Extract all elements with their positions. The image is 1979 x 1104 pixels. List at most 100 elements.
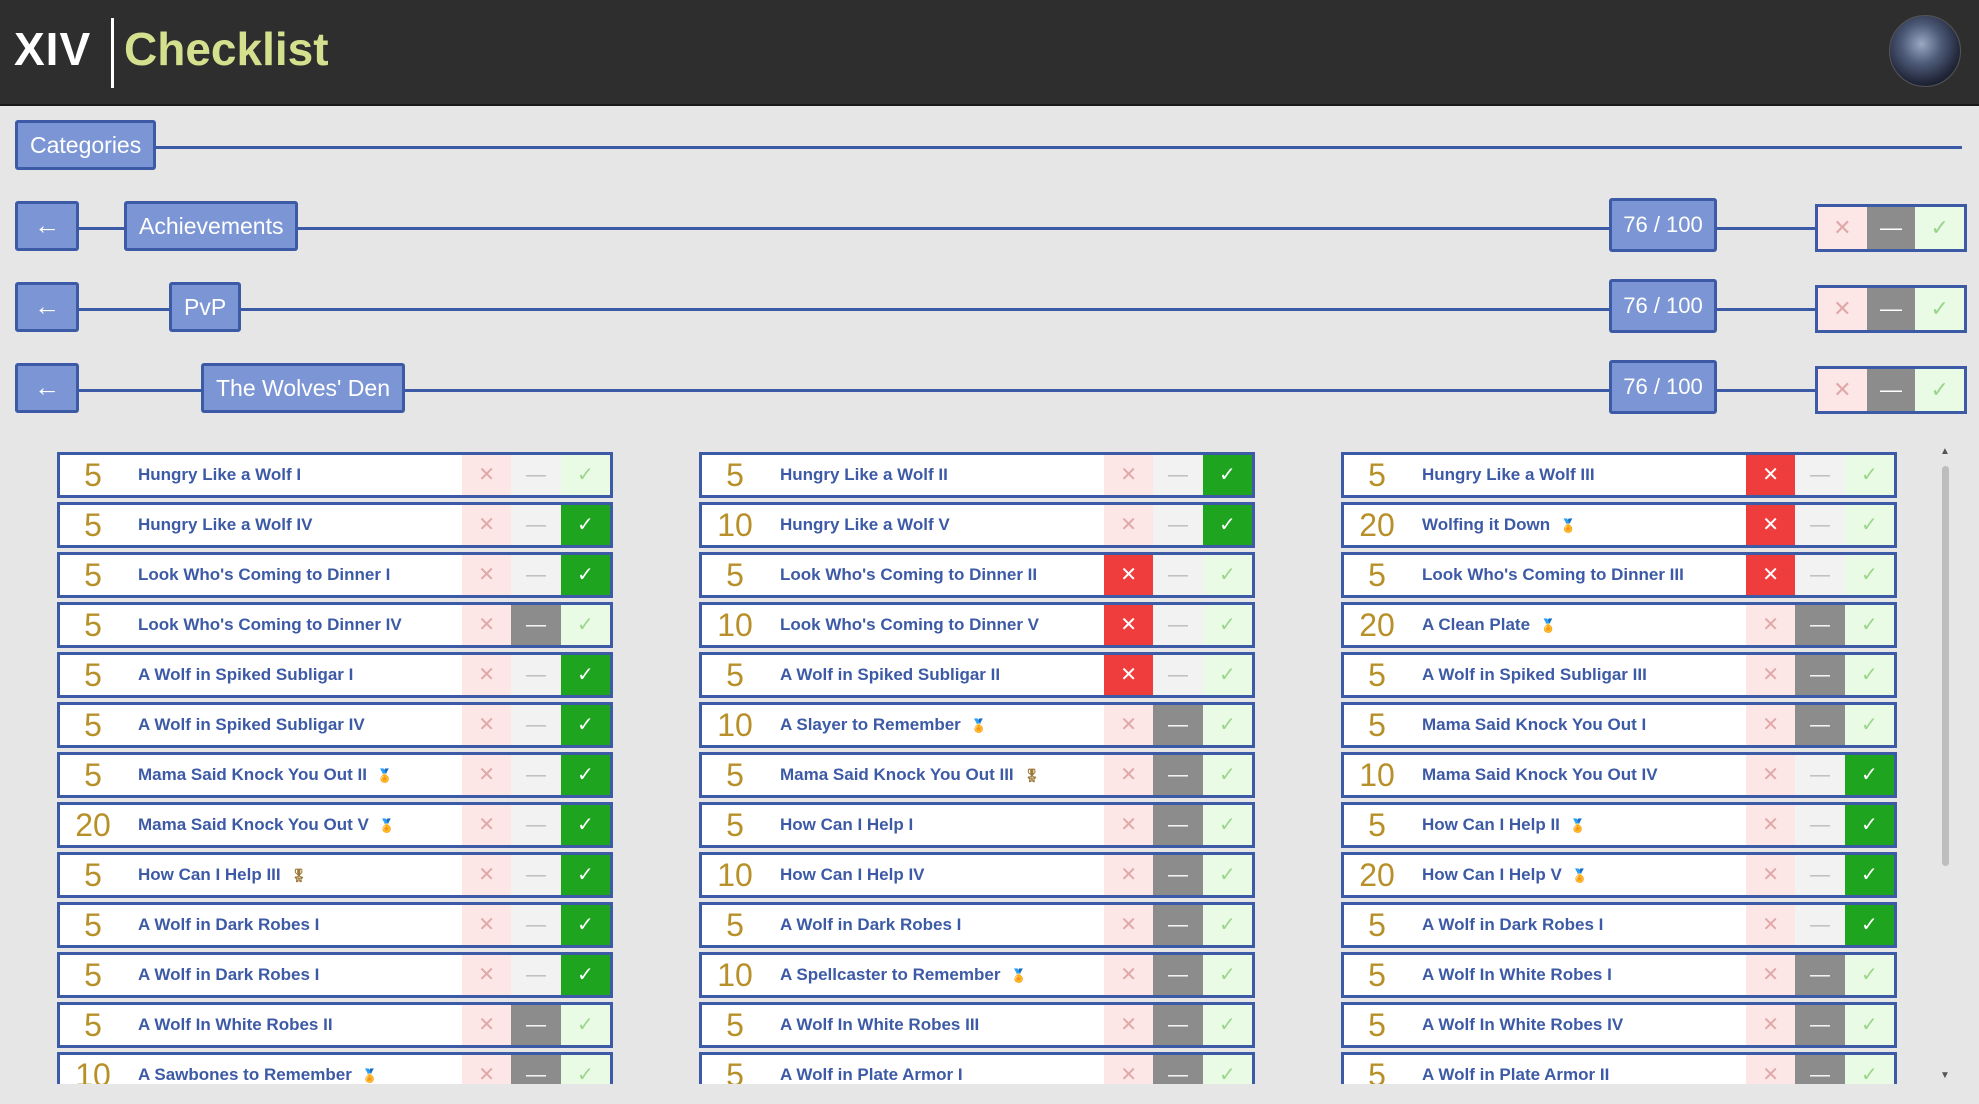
achievement-name[interactable]: How Can I Help I	[768, 815, 1104, 835]
achievement-name[interactable]: How Can I Help III 🎖	[126, 865, 462, 885]
mark-neutral-button[interactable]: —	[511, 1005, 561, 1045]
achievement-name[interactable]: Look Who's Coming to Dinner II	[768, 565, 1104, 585]
mark-failed-button[interactable]: ✕	[1104, 655, 1154, 695]
mark-neutral-button[interactable]: —	[1795, 655, 1845, 695]
scroll-up-icon[interactable]: ▲	[1938, 446, 1952, 460]
scrollbar[interactable]: ▲ ▼	[1938, 446, 1952, 1084]
user-avatar[interactable]	[1889, 15, 1961, 87]
mark-complete-button[interactable]: ✓	[1844, 805, 1894, 845]
mark-failed-button[interactable]: ✕	[1104, 805, 1154, 845]
mark-neutral-button[interactable]: —	[511, 505, 561, 545]
mark-failed-button[interactable]: ✕	[1746, 455, 1796, 495]
breadcrumb-pvp[interactable]: PvP	[169, 282, 242, 332]
mark-complete-button[interactable]: ✓	[1202, 955, 1252, 995]
mark-neutral-button[interactable]: —	[511, 805, 561, 845]
mark-neutral-button[interactable]: —	[1153, 655, 1203, 695]
mark-complete-button[interactable]: ✓	[1202, 1005, 1252, 1045]
scroll-down-icon[interactable]: ▼	[1938, 1070, 1952, 1084]
achievement-name[interactable]: A Wolf in Spiked Subligar IV	[126, 715, 462, 735]
mark-failed-button[interactable]: ✕	[1746, 605, 1796, 645]
achievement-name[interactable]: Hungry Like a Wolf V	[768, 515, 1104, 535]
mark-failed-button[interactable]: ✕	[462, 955, 512, 995]
mark-failed-button[interactable]: ✕	[1104, 855, 1154, 895]
mark-failed-button[interactable]: ✕	[1104, 505, 1154, 545]
breadcrumb-achievements[interactable]: Achievements	[124, 201, 299, 251]
set-all-neutral-button[interactable]: —	[1866, 207, 1916, 249]
mark-complete-button[interactable]: ✓	[1844, 455, 1894, 495]
achievement-name[interactable]: A Wolf in Plate Armor I	[768, 1065, 1104, 1084]
set-all-neutral-button[interactable]: —	[1866, 288, 1916, 330]
mark-complete-button[interactable]: ✓	[1844, 1005, 1894, 1045]
achievement-name[interactable]: How Can I Help II 🏅	[1410, 815, 1746, 835]
achievement-name[interactable]: A Wolf In White Robes I	[1410, 965, 1746, 985]
achievement-name[interactable]: Look Who's Coming to Dinner IV	[126, 615, 462, 635]
mark-failed-button[interactable]: ✕	[462, 805, 512, 845]
achievement-name[interactable]: Hungry Like a Wolf III	[1410, 465, 1746, 485]
mark-failed-button[interactable]: ✕	[1746, 905, 1796, 945]
mark-complete-button[interactable]: ✓	[1844, 505, 1894, 545]
mark-neutral-button[interactable]: —	[511, 755, 561, 795]
mark-failed-button[interactable]: ✕	[462, 705, 512, 745]
mark-neutral-button[interactable]: —	[511, 905, 561, 945]
achievement-name[interactable]: How Can I Help IV	[768, 865, 1104, 885]
mark-complete-button[interactable]: ✓	[560, 605, 610, 645]
mark-neutral-button[interactable]: —	[511, 1055, 561, 1084]
achievement-name[interactable]: Mama Said Knock You Out III 🎖	[768, 765, 1104, 785]
set-all-failed-button[interactable]: ✕	[1818, 288, 1867, 330]
mark-neutral-button[interactable]: —	[1153, 905, 1203, 945]
mark-neutral-button[interactable]: —	[1153, 855, 1203, 895]
mark-failed-button[interactable]: ✕	[462, 655, 512, 695]
achievement-name[interactable]: Look Who's Coming to Dinner V	[768, 615, 1104, 635]
achievement-name[interactable]: Mama Said Knock You Out II 🏅	[126, 765, 462, 785]
breadcrumb-wolves-den[interactable]: The Wolves' Den	[201, 363, 405, 413]
mark-neutral-button[interactable]: —	[1795, 955, 1845, 995]
mark-failed-button[interactable]: ✕	[1104, 555, 1154, 595]
mark-complete-button[interactable]: ✓	[560, 855, 610, 895]
mark-neutral-button[interactable]: —	[1795, 455, 1845, 495]
set-all-complete-button[interactable]: ✓	[1915, 207, 1965, 249]
mark-neutral-button[interactable]: —	[1153, 605, 1203, 645]
mark-complete-button[interactable]: ✓	[1844, 605, 1894, 645]
mark-failed-button[interactable]: ✕	[462, 755, 512, 795]
set-all-complete-button[interactable]: ✓	[1915, 288, 1965, 330]
mark-neutral-button[interactable]: —	[1795, 755, 1845, 795]
mark-neutral-button[interactable]: —	[1795, 605, 1845, 645]
achievement-name[interactable]: A Wolf In White Robes III	[768, 1015, 1104, 1035]
achievement-name[interactable]: A Spellcaster to Remember 🏅	[768, 965, 1104, 985]
mark-neutral-button[interactable]: —	[511, 955, 561, 995]
mark-complete-button[interactable]: ✓	[1844, 755, 1894, 795]
mark-failed-button[interactable]: ✕	[1746, 855, 1796, 895]
mark-neutral-button[interactable]: —	[1153, 505, 1203, 545]
mark-neutral-button[interactable]: —	[511, 555, 561, 595]
mark-neutral-button[interactable]: —	[1795, 855, 1845, 895]
mark-failed-button[interactable]: ✕	[1746, 705, 1796, 745]
achievement-name[interactable]: A Wolf in Dark Robes I	[1410, 915, 1746, 935]
mark-failed-button[interactable]: ✕	[1104, 905, 1154, 945]
mark-failed-button[interactable]: ✕	[1746, 1005, 1796, 1045]
achievement-name[interactable]: Look Who's Coming to Dinner I	[126, 565, 462, 585]
achievement-name[interactable]: Hungry Like a Wolf I	[126, 465, 462, 485]
mark-failed-button[interactable]: ✕	[1746, 505, 1796, 545]
mark-failed-button[interactable]: ✕	[1104, 1055, 1154, 1084]
mark-complete-button[interactable]: ✓	[1844, 905, 1894, 945]
mark-complete-button[interactable]: ✓	[1844, 655, 1894, 695]
mark-neutral-button[interactable]: —	[1153, 455, 1203, 495]
mark-neutral-button[interactable]: —	[511, 705, 561, 745]
mark-failed-button[interactable]: ✕	[462, 505, 512, 545]
mark-complete-button[interactable]: ✓	[560, 1005, 610, 1045]
mark-complete-button[interactable]: ✓	[1202, 455, 1252, 495]
mark-neutral-button[interactable]: —	[1153, 555, 1203, 595]
achievement-name[interactable]: Look Who's Coming to Dinner III	[1410, 565, 1746, 585]
mark-complete-button[interactable]: ✓	[1202, 905, 1252, 945]
achievement-name[interactable]: Mama Said Knock You Out I	[1410, 715, 1746, 735]
mark-complete-button[interactable]: ✓	[560, 805, 610, 845]
categories-button[interactable]: Categories	[15, 120, 157, 170]
mark-complete-button[interactable]: ✓	[560, 455, 610, 495]
set-all-complete-button[interactable]: ✓	[1915, 369, 1965, 411]
mark-complete-button[interactable]: ✓	[560, 705, 610, 745]
achievement-name[interactable]: A Wolf In White Robes II	[126, 1015, 462, 1035]
mark-complete-button[interactable]: ✓	[1844, 855, 1894, 895]
mark-failed-button[interactable]: ✕	[462, 455, 512, 495]
mark-neutral-button[interactable]: —	[1795, 555, 1845, 595]
mark-neutral-button[interactable]: —	[1795, 905, 1845, 945]
